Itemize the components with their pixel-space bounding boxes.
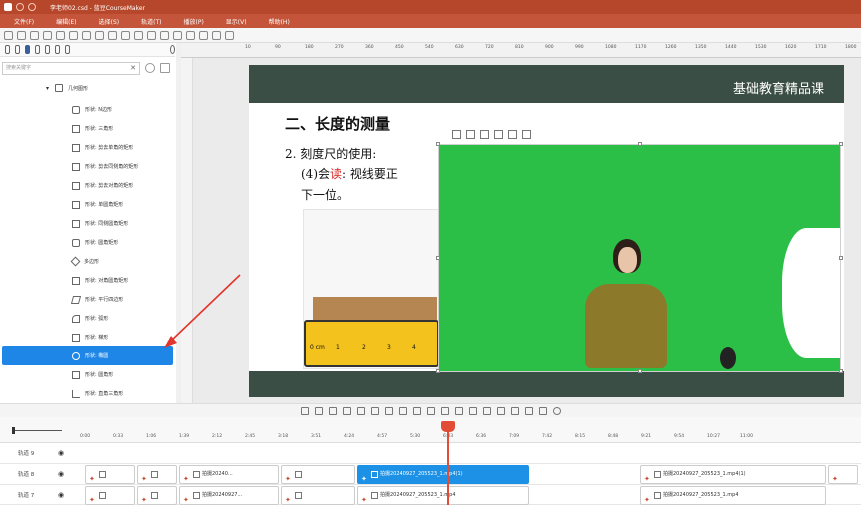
eye-icon[interactable]: ◉ bbox=[58, 449, 64, 457]
timeline-tick: 4:24 bbox=[344, 434, 355, 439]
timeline-tick: 2:45 bbox=[245, 434, 256, 439]
help-icon[interactable] bbox=[552, 406, 561, 415]
clip-icon: ✦ bbox=[141, 475, 147, 483]
clip[interactable]: ✦ bbox=[85, 486, 135, 505]
play-icon[interactable] bbox=[440, 406, 449, 415]
loop-icon[interactable] bbox=[482, 406, 491, 415]
clip-label: 拍摄20240927_205523_1.mp4(1) bbox=[663, 471, 746, 477]
flag-icon[interactable] bbox=[384, 406, 393, 415]
step-back-icon[interactable] bbox=[412, 406, 421, 415]
clip-box-icon bbox=[151, 471, 158, 478]
track-9: 轨道 9 ◉ bbox=[0, 443, 861, 464]
split-icon[interactable] bbox=[328, 406, 337, 415]
next-frame-icon[interactable] bbox=[454, 406, 463, 415]
clip-box-icon bbox=[99, 471, 106, 478]
timeline-tick: 10:27 bbox=[707, 434, 720, 439]
step-forward-icon[interactable] bbox=[468, 406, 477, 415]
timeline-tick: 0:33 bbox=[113, 434, 124, 439]
trim-icon[interactable] bbox=[356, 406, 365, 415]
playhead[interactable] bbox=[447, 421, 449, 505]
track-7: 轨道 7 ◉ ✦ ✦ ✦ 拍摄20240927... ✦ ✦ 拍摄20240927_… bbox=[0, 485, 861, 505]
clip-box-icon bbox=[193, 471, 200, 478]
prev-frame-icon[interactable] bbox=[426, 406, 435, 415]
timeline-tick: 1:39 bbox=[179, 434, 190, 439]
mark-out-icon[interactable] bbox=[314, 406, 323, 415]
clip-icon: ✦ bbox=[183, 475, 189, 483]
timeline-tick: 3:18 bbox=[278, 434, 289, 439]
cut-icon[interactable] bbox=[342, 406, 351, 415]
clip[interactable]: ✦ 拍摄20240927_205523_1.mp4(1) bbox=[640, 465, 826, 484]
playhead-handle[interactable] bbox=[441, 421, 455, 432]
arrow-line bbox=[169, 274, 241, 343]
clip-icon: ✦ bbox=[361, 475, 367, 483]
clip[interactable]: ✦ bbox=[137, 486, 177, 505]
timeline-tick: 7:09 bbox=[509, 434, 520, 439]
timeline-tick: 6:36 bbox=[476, 434, 487, 439]
zoom-slider[interactable] bbox=[14, 430, 62, 431]
clip-label: 拍摄20240927_205523_1.mp4 bbox=[663, 492, 739, 498]
clip-icon: ✦ bbox=[285, 475, 291, 483]
clip-box-icon bbox=[654, 471, 661, 478]
timeline-tick: 11:00 bbox=[740, 434, 753, 439]
timeline-tick: 4:57 bbox=[377, 434, 388, 439]
track-label: 轨道 8 bbox=[18, 472, 35, 478]
timeline-tick: 9:21 bbox=[641, 434, 652, 439]
clip-icon: ✦ bbox=[183, 496, 189, 504]
clip-icon: ✦ bbox=[89, 475, 95, 483]
clip-box-icon bbox=[193, 492, 200, 499]
timeline-tick: 7:42 bbox=[542, 434, 553, 439]
track-8: 轨道 8 ◉ ✦ ✦ ✦ 拍摄20240... ✦ ✦ 拍摄20240927_205… bbox=[0, 464, 861, 485]
clip[interactable]: ✦ bbox=[281, 486, 355, 505]
clip[interactable]: ✦ 拍摄20240927_205523_1.mp4 bbox=[640, 486, 826, 505]
clip-icon: ✦ bbox=[141, 496, 147, 504]
clip-icon: ✦ bbox=[89, 496, 95, 504]
track-label: 轨道 9 bbox=[18, 451, 35, 457]
timeline-tick: 9:54 bbox=[674, 434, 685, 439]
clip-box-icon bbox=[371, 471, 378, 478]
flag-icon[interactable] bbox=[370, 406, 379, 415]
clip-box-icon bbox=[654, 492, 661, 499]
snapshot-icon[interactable] bbox=[538, 406, 547, 415]
clip[interactable]: ✦ bbox=[281, 465, 355, 484]
timeline-tick: 1:06 bbox=[146, 434, 157, 439]
timeline-tick: 5:30 bbox=[410, 434, 421, 439]
clip-box-icon bbox=[371, 492, 378, 499]
playback-bar bbox=[0, 403, 861, 417]
clip-box-icon bbox=[295, 471, 302, 478]
fit-icon[interactable] bbox=[524, 406, 533, 415]
clip-box-icon bbox=[99, 492, 106, 499]
eye-icon[interactable]: ◉ bbox=[58, 491, 64, 499]
eye-icon[interactable]: ◉ bbox=[58, 470, 64, 478]
clip-label: 拍摄20240927_205523_1.mp4(1) bbox=[380, 471, 463, 477]
clip[interactable]: ✦ 拍摄20240... bbox=[179, 465, 279, 484]
clip-label: 拍摄20240927_205523_1.mp4 bbox=[380, 492, 456, 498]
clip[interactable]: ✦ 拍摄20240927_205523_1.mp4 bbox=[357, 486, 529, 505]
zoom-out-icon[interactable] bbox=[496, 406, 505, 415]
timeline-tick: 8:48 bbox=[608, 434, 619, 439]
track-label: 轨道 7 bbox=[18, 493, 35, 499]
zoom-slider-knob[interactable] bbox=[12, 427, 15, 434]
clip[interactable]: ✦ bbox=[828, 465, 858, 484]
clip-box-icon bbox=[151, 492, 158, 499]
clip-icon: ✦ bbox=[644, 475, 650, 483]
clip-label: 拍摄20240927... bbox=[202, 492, 243, 498]
clip[interactable]: ✦ 拍摄20240927... bbox=[179, 486, 279, 505]
clip-selected[interactable]: ✦ 拍摄20240927_205523_1.mp4(1) bbox=[357, 465, 529, 484]
clip[interactable]: ✦ bbox=[137, 465, 177, 484]
timeline-tick: 0:00 bbox=[80, 434, 91, 439]
clip[interactable]: ✦ bbox=[85, 465, 135, 484]
clip-icon: ✦ bbox=[644, 496, 650, 504]
clip-icon: ✦ bbox=[285, 496, 291, 504]
timeline-tick: 3:51 bbox=[311, 434, 322, 439]
zoom-in-icon[interactable] bbox=[510, 406, 519, 415]
clip-icon: ✦ bbox=[361, 496, 367, 504]
timeline-ruler[interactable]: 0:00 0:33 1:06 1:39 2:12 2:45 3:18 3:51 4:24 4:57… bbox=[0, 417, 861, 443]
clip-box-icon bbox=[295, 492, 302, 499]
timeline-tick: 2:12 bbox=[212, 434, 223, 439]
timeline-tick: 8:15 bbox=[575, 434, 586, 439]
clip-icon: ✦ bbox=[832, 475, 838, 483]
flag-icon[interactable] bbox=[398, 406, 407, 415]
mark-in-icon[interactable] bbox=[300, 406, 309, 415]
clip-label: 拍摄20240... bbox=[202, 471, 233, 477]
